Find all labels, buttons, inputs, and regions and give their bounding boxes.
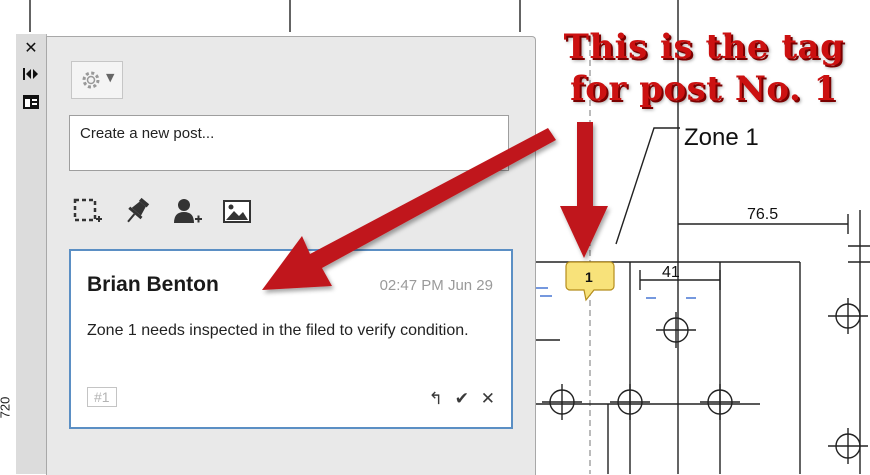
palette-side-strip: ✕	[16, 34, 47, 474]
close-icon[interactable]: ✕	[481, 389, 495, 409]
toggle-dock-button[interactable]	[20, 66, 42, 86]
post-card[interactable]: Brian Benton 02:47 PM Jun 29 Zone 1 need…	[69, 249, 513, 429]
gear-icon	[82, 71, 100, 89]
headline-line-2: for post No. 1	[570, 69, 838, 109]
reply-icon[interactable]: ↰	[429, 389, 443, 409]
pin-icon[interactable]	[121, 195, 153, 227]
tag-number: 1	[585, 269, 593, 285]
post-body: Zone 1 needs inspected in the filed to v…	[87, 322, 469, 339]
close-palette-button[interactable]: ✕	[20, 38, 42, 58]
properties-button[interactable]	[20, 94, 42, 114]
dock-arrows-icon	[23, 68, 38, 80]
selection-box-icon[interactable]	[71, 195, 103, 227]
drawing-side-label: 720	[0, 396, 13, 419]
dimension-41: 41	[662, 264, 680, 281]
headline-line-1: This is the tag	[563, 27, 845, 67]
image-icon[interactable]	[221, 195, 253, 227]
post-timestamp: 02:47 PM Jun 29	[379, 277, 493, 294]
post-tag-bubble[interactable]: 1	[565, 261, 615, 302]
post-tag-badge[interactable]: #1	[87, 387, 117, 407]
chevron-down-icon: ▼	[106, 71, 115, 84]
annotation-headline: This is the tag for post No. 1	[544, 26, 864, 110]
add-user-icon[interactable]	[171, 195, 203, 227]
check-icon[interactable]: ✔	[455, 389, 469, 409]
settings-button[interactable]: ▼	[71, 61, 123, 99]
zone-label: Zone 1	[684, 124, 759, 151]
dimension-76-5: 76.5	[747, 206, 778, 223]
close-icon: ✕	[24, 38, 38, 57]
properties-icon	[23, 95, 39, 109]
comments-palette: ▼ Create a new post... Brian Benton 02:4…	[46, 36, 536, 475]
new-post-input[interactable]: Create a new post...	[69, 115, 509, 171]
post-author: Brian Benton	[87, 273, 219, 296]
